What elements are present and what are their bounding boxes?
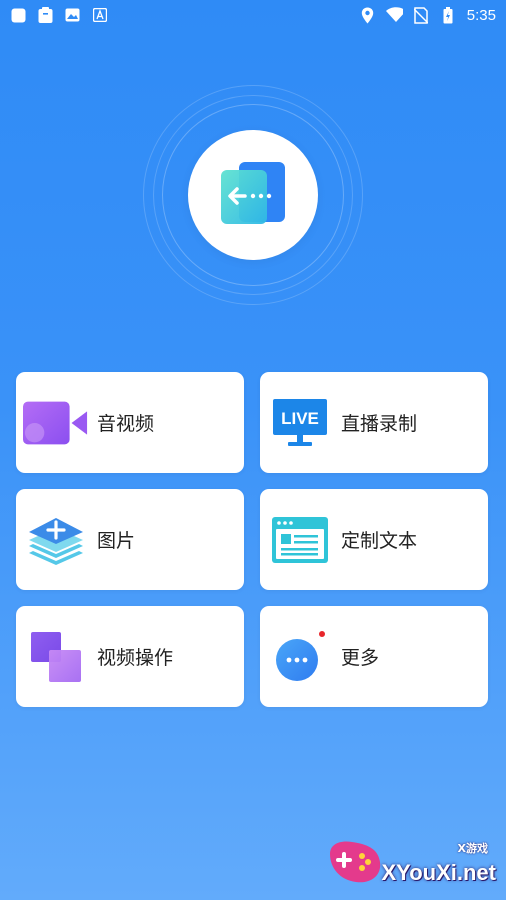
- more-dots-icon: [267, 630, 333, 684]
- clipboard-icon: [37, 7, 54, 24]
- feature-card-custom-text[interactable]: 定制文本: [260, 489, 488, 590]
- status-right-icons: 5:35: [359, 6, 496, 24]
- feature-label: 更多: [341, 647, 380, 669]
- video-camera-icon: [23, 396, 89, 450]
- feature-label: 定制文本: [341, 530, 418, 552]
- font-icon: [91, 7, 108, 24]
- live-badge-text: LIVE: [281, 409, 319, 428]
- gamepad-logo-icon: [330, 841, 381, 883]
- square-icon: [10, 7, 27, 24]
- image-icon: [64, 7, 81, 24]
- feature-label: 直播录制: [341, 413, 418, 435]
- hero-circle[interactable]: [188, 130, 318, 260]
- feature-label: 视频操作: [97, 647, 174, 669]
- feature-card-live-record[interactable]: LIVE 直播录制: [260, 372, 488, 473]
- live-monitor-icon: LIVE: [267, 396, 333, 450]
- feature-label: 音视频: [97, 413, 155, 435]
- feature-grid: 音视频 LIVE 直播录制 图片 定制文本 视频操作 更多: [16, 372, 490, 707]
- status-time: 5:35: [466, 6, 496, 24]
- wifi-icon: [385, 7, 403, 24]
- location-icon: [359, 7, 376, 24]
- no-sim-icon: [413, 6, 430, 24]
- watermark: X游戏 XYouXi.net: [322, 830, 498, 894]
- status-left-icons: [10, 7, 108, 24]
- transfer-screen-icon: [217, 160, 289, 230]
- status-bar: 5:35: [0, 0, 506, 30]
- watermark-small-text: X游戏: [457, 842, 488, 855]
- battery-icon: [440, 6, 457, 24]
- feature-card-image[interactable]: 图片: [16, 489, 244, 590]
- image-layers-icon: [23, 513, 89, 567]
- watermark-text: XYouXi.net: [381, 860, 497, 885]
- notification-dot: [319, 630, 325, 637]
- feature-card-audio-video[interactable]: 音视频: [16, 372, 244, 473]
- feature-card-more[interactable]: 更多: [260, 606, 488, 707]
- overlap-squares-icon: [23, 630, 89, 684]
- feature-card-video-ops[interactable]: 视频操作: [16, 606, 244, 707]
- feature-label: 图片: [97, 530, 136, 552]
- browser-text-icon: [267, 513, 333, 567]
